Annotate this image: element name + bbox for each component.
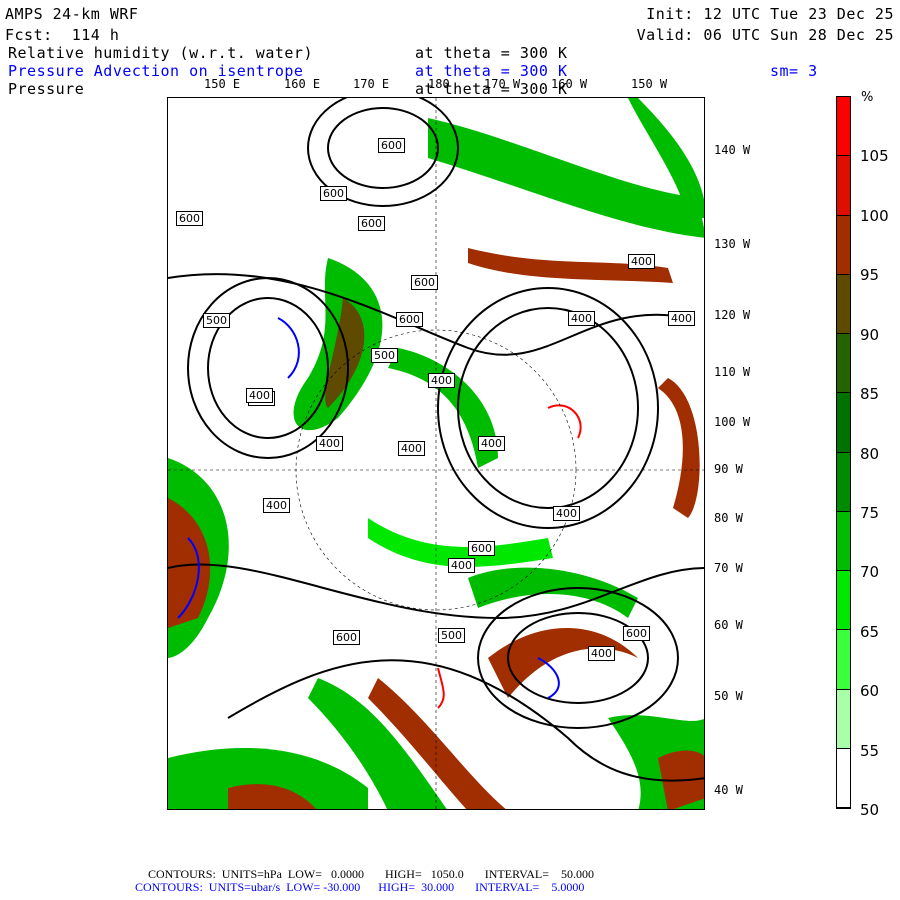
contour-label: 400 [668, 311, 695, 326]
colorbar-label: 100 [860, 206, 889, 225]
colorbar-segment [837, 630, 850, 690]
lon-label-right: 40 W [714, 783, 743, 797]
colorbar-label: 95 [860, 266, 880, 285]
lon-label-top: 180 [428, 77, 450, 91]
lon-label-top: 160 W [551, 77, 588, 91]
colorbar [836, 96, 851, 809]
contour-label: 400 [398, 441, 425, 456]
lon-label-right: 70 W [714, 561, 743, 575]
lon-label-right: 50 W [714, 689, 743, 703]
colorbar-label: 50 [860, 801, 880, 819]
contour-label: 400 [428, 373, 455, 388]
lon-label-top: 170 W [484, 77, 521, 91]
colorbar-label: 75 [860, 503, 880, 522]
contour-label: 400 [246, 388, 273, 403]
map-field-layer [168, 98, 704, 809]
map-plot: 600 600 600 600 600 600 500 500 400 400 400 400 400 4… [167, 97, 705, 810]
colorbar-label: 80 [860, 444, 880, 463]
lon-label-top: 170 E [353, 77, 390, 91]
colorbar-segment [837, 511, 850, 571]
contour-label: 600 [468, 541, 495, 556]
contour-label: 400 [568, 311, 595, 326]
contour-label: 400 [478, 436, 505, 451]
model-title: AMPS 24-km WRF [5, 5, 139, 23]
contour-label: 600 [333, 630, 360, 645]
lon-label-right: 80 W [714, 511, 743, 525]
contour-label: 400 [628, 254, 655, 269]
contour-label: 600 [411, 275, 438, 290]
colorbar-label: 60 [860, 682, 880, 701]
colorbar-segment [837, 215, 850, 275]
contour-label: 600 [623, 626, 650, 641]
init-time: Init: 12 UTC Tue 23 Dec 25 [646, 5, 894, 23]
valid-time: Valid: 06 UTC Sun 28 Dec 25 [636, 26, 894, 44]
footer-advection-contours: CONTOURS: UNITS=ubar/s LOW= -30.000 HIGH… [135, 880, 585, 894]
smoothing-label: sm= 3 [770, 62, 818, 80]
lon-label-right: 110 W [714, 365, 751, 379]
contour-label: 400 [588, 646, 615, 661]
colorbar-segment [837, 274, 850, 334]
forecast-hour: Fcst: 114 h [5, 26, 120, 44]
contour-label: 400 [553, 506, 580, 521]
lon-label-right: 130 W [714, 237, 751, 251]
contour-label: 500 [203, 313, 230, 328]
contour-label: 400 [263, 498, 290, 513]
contour-label: 600 [358, 216, 385, 231]
lon-label-right: 100 W [714, 415, 751, 429]
colorbar-label: 70 [860, 563, 880, 582]
colorbar-label: 105 [860, 147, 889, 166]
lon-label-right: 90 W [714, 462, 743, 476]
contour-label: 400 [316, 436, 343, 451]
lon-label-top: 150 W [631, 77, 668, 91]
field-1-name: Relative humidity (w.r.t. water) [8, 44, 313, 62]
contour-label: 600 [320, 186, 347, 201]
colorbar-segment [837, 97, 850, 157]
colorbar-segment [837, 156, 850, 216]
colorbar-label: 65 [860, 622, 880, 641]
colorbar-segment [837, 571, 850, 631]
lon-label-right: 60 W [714, 618, 743, 632]
lon-label-right: 140 W [714, 143, 751, 157]
lon-label-right: 120 W [714, 308, 751, 322]
colorbar-label: 55 [860, 741, 880, 760]
field-1-level: at theta = 300 K [415, 44, 568, 62]
colorbar-segment [837, 393, 850, 453]
contour-label: 600 [378, 138, 405, 153]
colorbar-segment [837, 334, 850, 394]
contour-label: 600 [176, 211, 203, 226]
contour-label: 600 [396, 312, 423, 327]
contour-label: 500 [371, 348, 398, 363]
colorbar-label: 85 [860, 385, 880, 404]
field-2-name: Pressure Advection on isentrope [8, 62, 304, 80]
colorbar-unit: % [861, 90, 874, 105]
colorbar-segment [837, 689, 850, 749]
lon-label-top: 160 E [284, 77, 321, 91]
field-3-name: Pressure [8, 80, 85, 98]
humidity-shading [168, 98, 704, 809]
lon-label-top: 150 E [204, 77, 241, 91]
contour-label: 400 [448, 558, 475, 573]
colorbar-segment [837, 748, 850, 808]
colorbar-label: 90 [860, 325, 880, 344]
colorbar-segment [837, 452, 850, 512]
contour-label: 500 [438, 628, 465, 643]
